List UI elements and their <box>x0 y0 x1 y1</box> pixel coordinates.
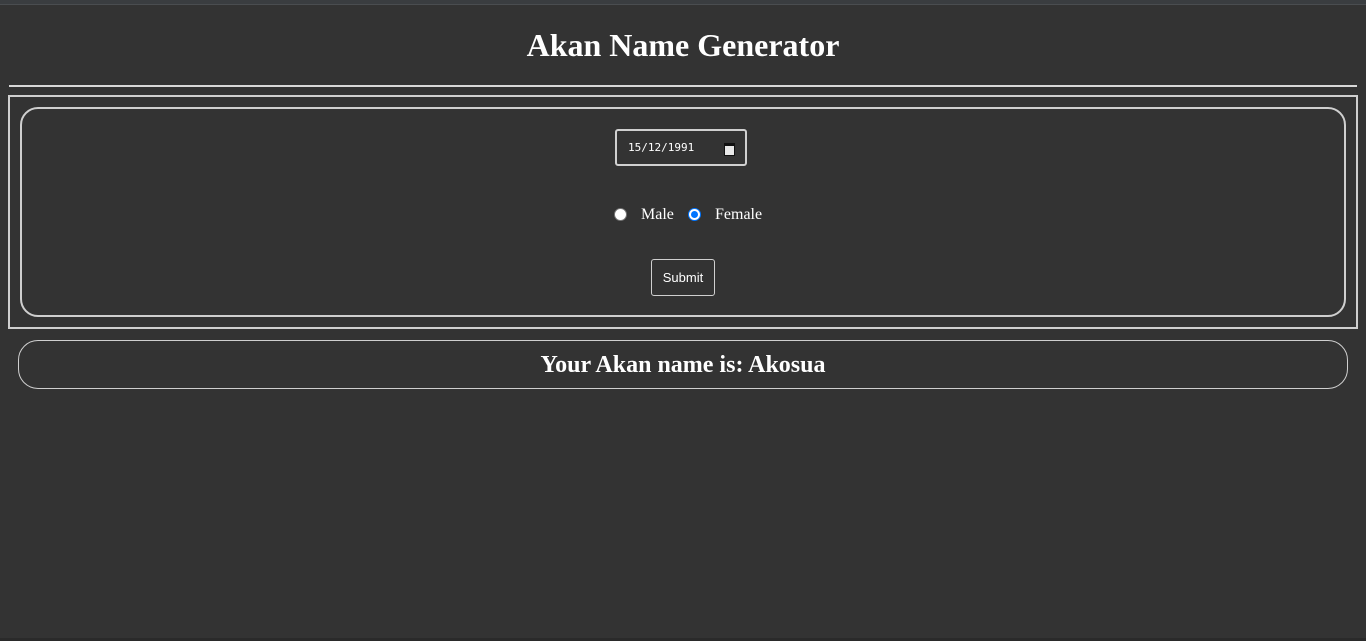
calendar-icon[interactable] <box>724 143 735 156</box>
birth-date-input[interactable]: 15/12/1991 <box>615 129 747 166</box>
gender-label-female[interactable]: Female <box>715 206 762 224</box>
result-text: Your Akan name is: Akosua <box>540 352 826 378</box>
submit-button[interactable]: Submit <box>651 259 715 296</box>
header-divider <box>9 85 1357 87</box>
birth-date-value: 15/12/1991 <box>628 141 695 154</box>
page-title: Akan Name Generator <box>526 27 840 63</box>
gender-label-male[interactable]: Male <box>641 206 674 224</box>
gender-radio-female[interactable] <box>688 208 701 221</box>
gender-radio-male[interactable] <box>614 208 627 221</box>
browser-top-edge <box>0 0 1366 5</box>
